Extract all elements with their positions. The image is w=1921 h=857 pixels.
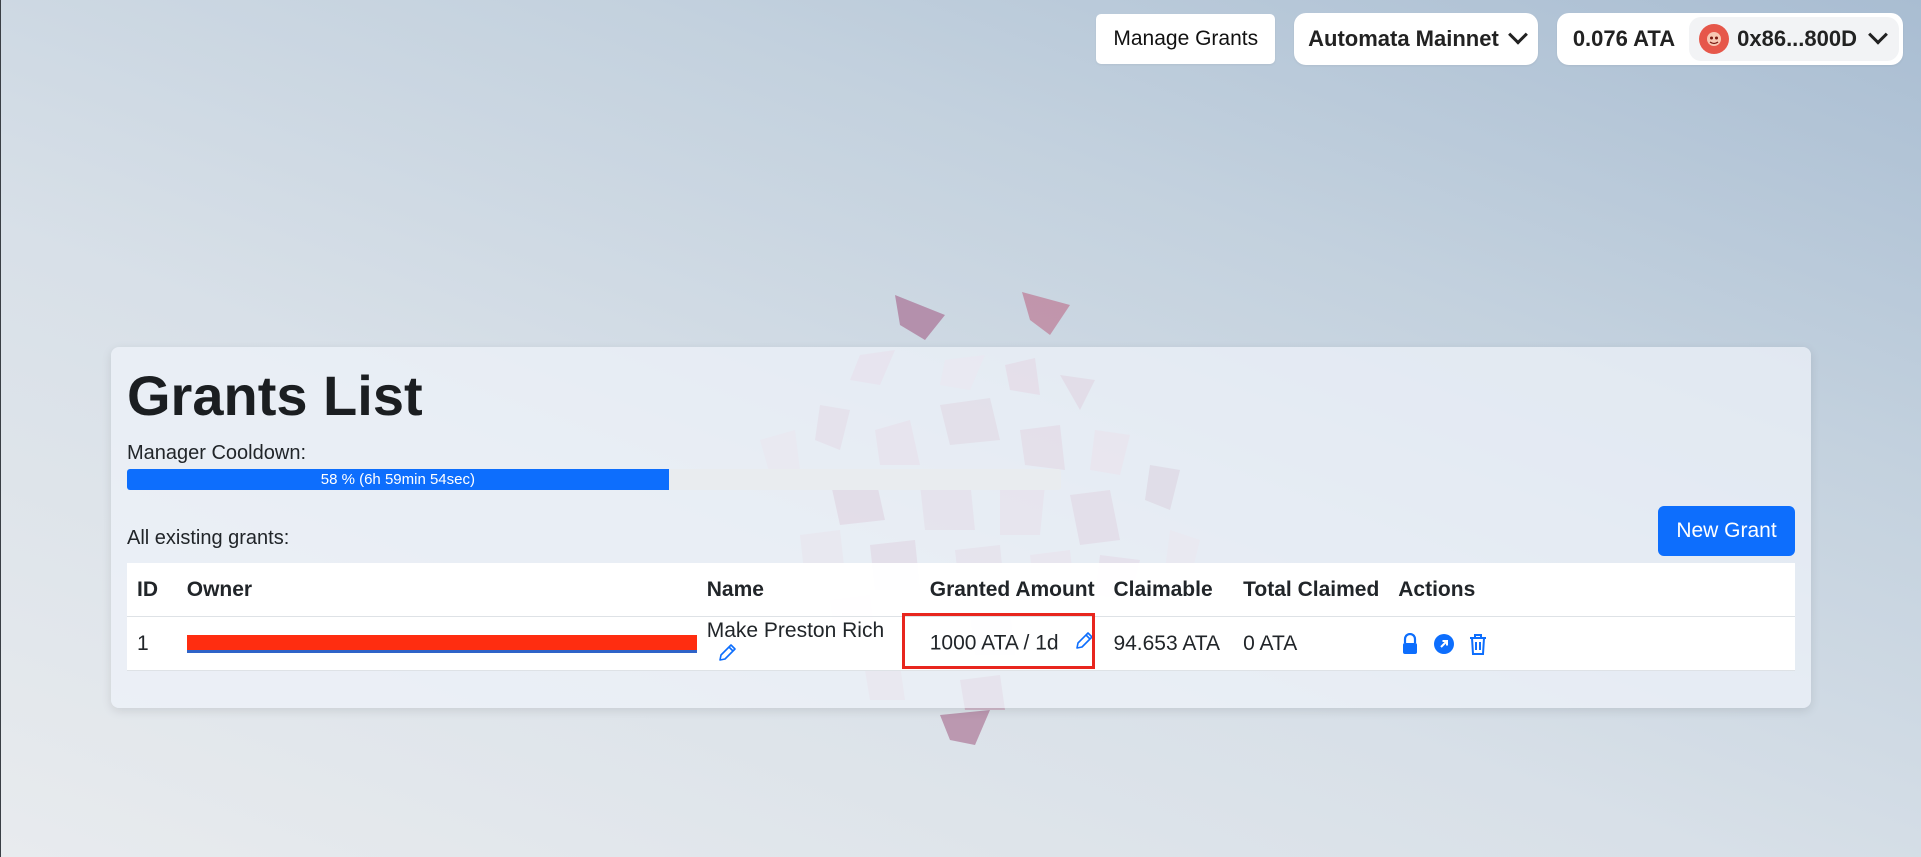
chevron-down-icon (1868, 24, 1888, 45)
column-header-granted-amount: Granted Amount (919, 563, 1104, 617)
grant-id: 1 (127, 616, 177, 671)
wallet-widget: 0.076 ATA 0x86...800D (1556, 13, 1903, 65)
column-header-actions: Actions (1388, 563, 1795, 617)
column-header-id: ID (127, 563, 177, 617)
table-header-row: ID Owner Name Granted Amount Claimable T… (127, 563, 1795, 617)
claimable-amount: 94.653 ATA (1103, 616, 1234, 671)
actions-cell (1388, 616, 1795, 671)
page-title: Grants List (127, 364, 423, 427)
account-address: 0x86...800D (1737, 26, 1857, 51)
trash-icon[interactable] (1466, 632, 1490, 656)
cooldown-label: Manager Cooldown: (127, 442, 306, 464)
chevron-down-icon (1507, 24, 1528, 45)
pencil-icon[interactable] (717, 643, 737, 669)
owner-address-link-redacted[interactable] (186, 634, 697, 653)
top-bar: Manage Grants Automata Mainnet 0.076 ATA… (1096, 13, 1903, 65)
manage-grants-label: Manage Grants (1113, 27, 1259, 50)
column-header-owner: Owner (176, 563, 697, 617)
column-header-claimable: Claimable (1103, 563, 1234, 617)
all-grants-label: All existing grants: (127, 527, 290, 549)
lock-icon[interactable] (1398, 632, 1422, 656)
table-row: 1 Make Preston Rich 1000 ATA / 1d 94.653… (127, 613, 1795, 671)
network-selector[interactable]: Automata Mainnet (1294, 13, 1538, 65)
wallet-balance: 0.076 ATA (1572, 26, 1676, 51)
grant-name-cell: Make Preston Rich (696, 616, 920, 671)
column-header-name: Name (696, 563, 920, 617)
granted-amount: 1000 ATA / 1d (929, 631, 1059, 655)
grant-owner-cell (176, 616, 697, 671)
manage-grants-button[interactable]: Manage Grants (1096, 14, 1276, 64)
cooldown-progress-text: 58 % (6h 59min 54sec) (320, 471, 475, 488)
cooldown-progress-bar: 58 % (6h 59min 54sec) (127, 469, 1061, 490)
column-header-total-claimed: Total Claimed (1233, 563, 1389, 617)
arrow-up-right-circle-icon[interactable] (1432, 632, 1456, 656)
grants-card: Grants List Manager Cooldown: 58 % (6h 5… (111, 347, 1811, 708)
new-grant-button[interactable]: New Grant (1658, 506, 1795, 556)
pencil-icon[interactable] (1074, 631, 1094, 657)
network-label: Automata Mainnet (1308, 26, 1499, 51)
window-edge (0, 0, 1, 857)
grants-table: ID Owner Name Granted Amount Claimable T… (127, 563, 1795, 671)
total-claimed-amount: 0 ATA (1233, 616, 1389, 671)
account-avatar (1699, 24, 1730, 54)
grant-name: Make Preston Rich (706, 618, 885, 642)
granted-amount-cell: 1000 ATA / 1d (901, 613, 1104, 671)
account-button[interactable]: 0x86...800D (1689, 17, 1899, 61)
cooldown-progress-fill: 58 % (6h 59min 54sec) (127, 469, 669, 490)
